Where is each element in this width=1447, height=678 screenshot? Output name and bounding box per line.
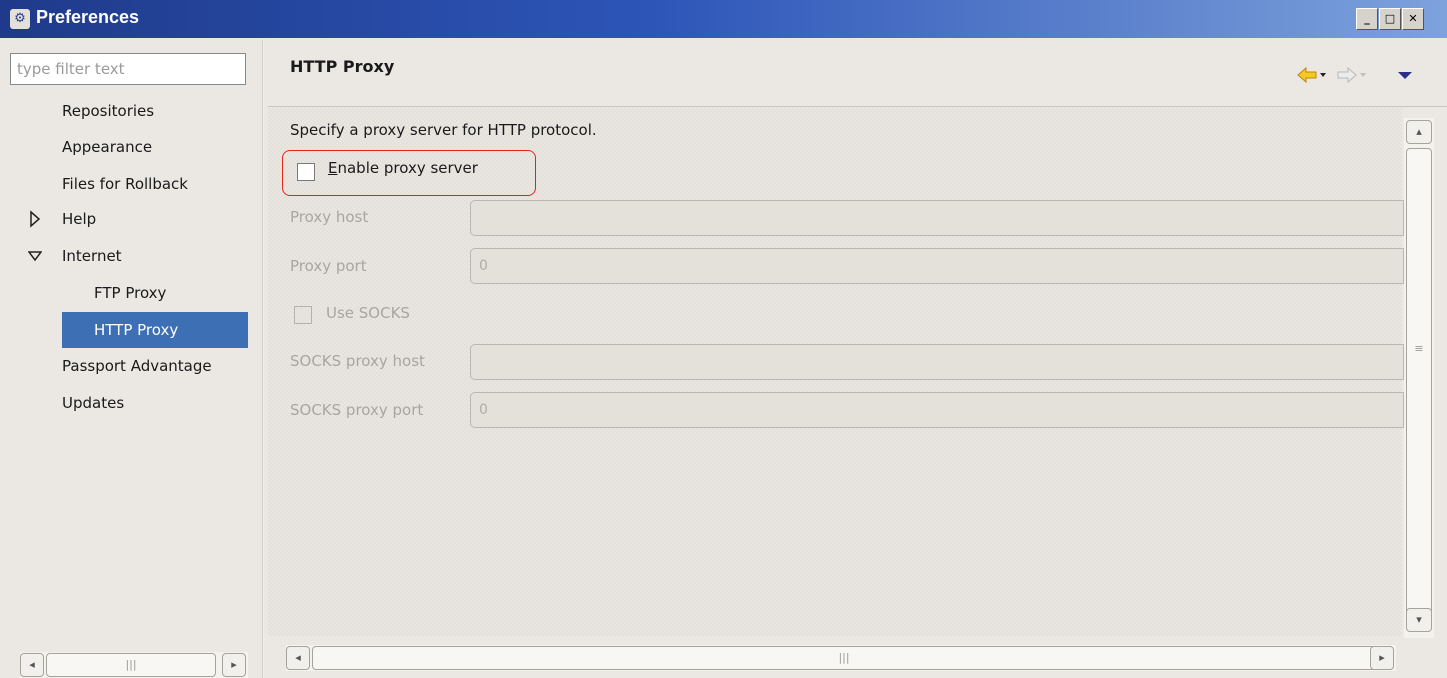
enable-proxy-label-text: nable proxy server — [337, 159, 478, 177]
scrollbar-thumb[interactable]: ||| — [46, 653, 216, 677]
tree-item-label: Files for Rollback — [62, 175, 188, 193]
window-title-bar[interactable]: ⚙ Preferences _ □ ✕ — [0, 0, 1447, 38]
tree-item-help[interactable]: Help — [62, 201, 96, 237]
tree-item-label: Help — [62, 210, 97, 228]
enable-proxy-label[interactable]: Enable proxy server — [328, 159, 478, 177]
expand-arrow-icon[interactable] — [28, 201, 42, 237]
proxy-host-label: Proxy host — [290, 208, 369, 226]
tree-item-ftp-proxy[interactable]: FTP Proxy — [94, 275, 166, 311]
proxy-port-input[interactable]: 0 — [470, 248, 1404, 284]
socks-port-label: SOCKS proxy port — [290, 401, 424, 419]
page-title: HTTP Proxy — [290, 57, 395, 76]
collapse-arrow-icon[interactable] — [27, 238, 43, 274]
window-title: Preferences — [36, 7, 140, 27]
back-arrow-icon[interactable] — [1296, 65, 1328, 85]
tree-item-label: Appearance — [62, 138, 153, 156]
use-socks-checkbox[interactable] — [294, 306, 312, 324]
scroll-down-icon[interactable]: ▾ — [1406, 608, 1432, 632]
tree-item-files-for-rollback[interactable]: Files for Rollback — [62, 166, 188, 202]
tree-item-internet[interactable]: Internet — [62, 238, 122, 274]
tree-item-appearance[interactable]: Appearance — [62, 129, 152, 165]
use-socks-label: Use SOCKS — [326, 304, 410, 322]
minimize-button[interactable]: _ — [1356, 8, 1378, 30]
content-horizontal-scrollbar[interactable]: ◂ ||| ▸ — [286, 645, 1396, 671]
tree-item-passport-advantage[interactable]: Passport Advantage — [62, 348, 212, 384]
page-header — [268, 40, 1447, 107]
view-menu-icon[interactable] — [1396, 65, 1414, 85]
tree-item-repositories[interactable]: Repositories — [62, 93, 154, 129]
tree-item-label: Internet — [62, 247, 122, 265]
tree-item-label: Passport Advantage — [62, 357, 212, 375]
proxy-port-label: Proxy port — [290, 257, 367, 275]
maximize-button[interactable]: □ — [1379, 8, 1401, 30]
tree-item-http-proxy[interactable]: HTTP Proxy — [62, 312, 248, 348]
enable-proxy-checkbox[interactable] — [297, 163, 315, 181]
scrollbar-thumb[interactable]: ||| — [312, 646, 1376, 670]
tree-item-updates[interactable]: Updates — [62, 385, 124, 421]
socks-host-input[interactable] — [470, 344, 1404, 380]
forward-arrow-icon[interactable] — [1336, 65, 1368, 85]
proxy-host-input[interactable] — [470, 200, 1404, 236]
tree-horizontal-scrollbar[interactable]: ◂ ||| ▸ — [20, 652, 248, 678]
tree-item-label: FTP Proxy — [94, 284, 167, 302]
scrollbar-thumb[interactable]: ≡ — [1406, 148, 1432, 624]
filter-input[interactable] — [10, 53, 246, 85]
close-button[interactable]: ✕ — [1402, 8, 1424, 30]
socks-port-input[interactable]: 0 — [470, 392, 1404, 428]
tree-item-label: HTTP Proxy — [94, 321, 179, 339]
scroll-right-icon[interactable]: ▸ — [1370, 646, 1394, 670]
scroll-left-icon[interactable]: ◂ — [20, 653, 44, 677]
scroll-left-icon[interactable]: ◂ — [286, 646, 310, 670]
content-vertical-scrollbar[interactable]: ▴ ≡ ▾ — [1404, 118, 1434, 638]
pane-divider[interactable] — [262, 40, 264, 678]
socks-host-label: SOCKS proxy host — [290, 352, 425, 370]
page-description: Specify a proxy server for HTTP protocol… — [290, 121, 597, 139]
tree-item-label: Repositories — [62, 102, 155, 120]
preferences-app-icon: ⚙ — [10, 9, 30, 29]
scroll-up-icon[interactable]: ▴ — [1406, 120, 1432, 144]
tree-item-label: Updates — [62, 394, 125, 412]
scroll-right-icon[interactable]: ▸ — [222, 653, 246, 677]
